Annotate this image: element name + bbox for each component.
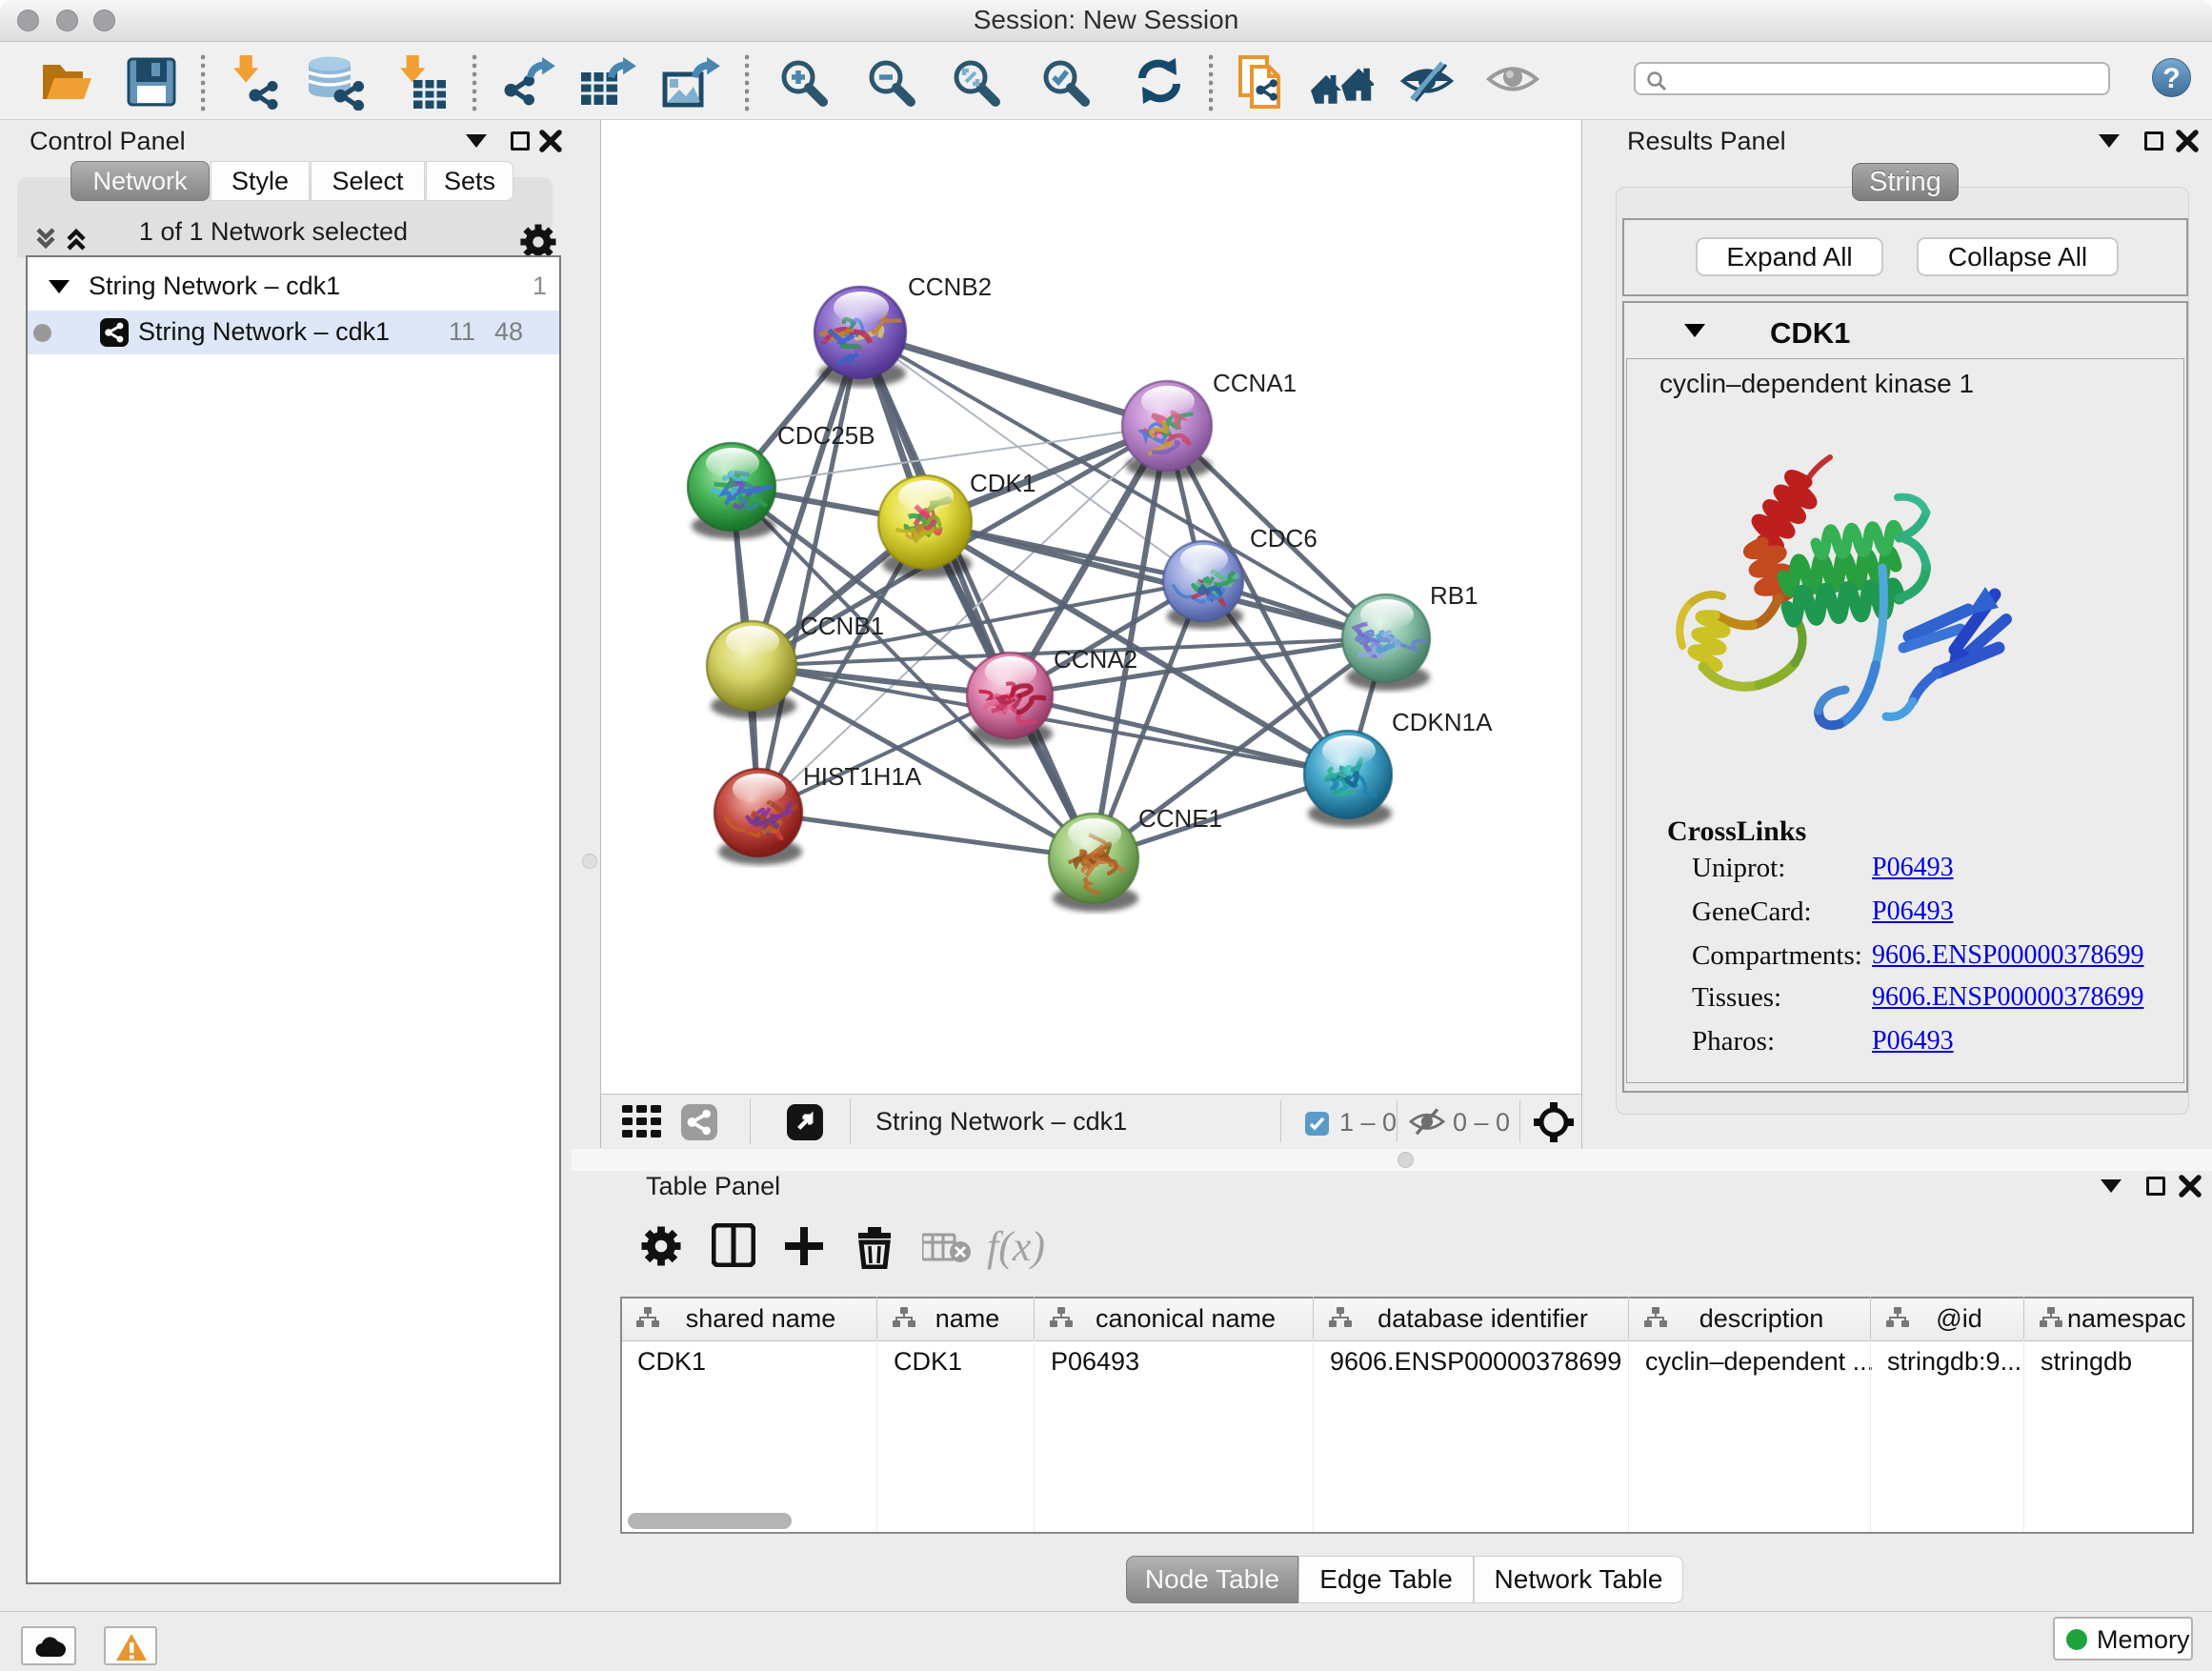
svg-text:CCNB1: CCNB1: [800, 612, 884, 640]
svg-text:CDC6: CDC6: [1250, 524, 1317, 553]
svg-text:CCNB2: CCNB2: [908, 272, 992, 301]
svg-text:CDKN1A: CDKN1A: [1392, 708, 1493, 736]
svg-text:CCNA2: CCNA2: [1054, 645, 1137, 674]
svg-text:CCNA1: CCNA1: [1213, 369, 1297, 397]
svg-text:RB1: RB1: [1430, 581, 1478, 610]
svg-text:CDC25B: CDC25B: [777, 421, 875, 450]
svg-text:HIST1H1A: HIST1H1A: [803, 762, 922, 791]
svg-text:CCNE1: CCNE1: [1138, 804, 1222, 833]
svg-text:CDK1: CDK1: [970, 469, 1036, 497]
